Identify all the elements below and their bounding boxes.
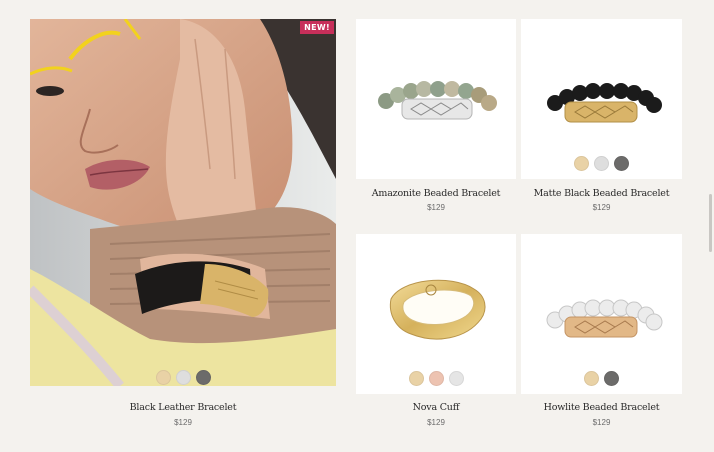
product-card-nova-cuff[interactable] [356,234,516,394]
featured-product-image[interactable] [30,19,336,386]
product-price-amazonite: $129 [427,203,445,212]
color-swatch-gunmetal[interactable] [604,371,619,386]
color-swatch-gold[interactable] [155,370,171,385]
howlite-swatch-list [521,371,682,386]
color-swatch-gold[interactable] [408,371,424,386]
product-card-matte-black[interactable] [521,19,682,179]
amazonite-bracelet-image [378,81,497,120]
product-price-nova-cuff: $129 [427,418,445,427]
howlite-bracelet-image [546,299,663,338]
page-scrollbar[interactable] [709,194,712,252]
color-swatch-gold[interactable] [584,371,599,386]
color-swatch-silver[interactable] [448,371,464,386]
nova-cuff-swatch-list [356,371,516,386]
featured-product-price: $129 [174,418,192,427]
featured-swatch-list [30,370,336,385]
color-swatch-silver[interactable] [594,156,609,171]
product-name-howlite[interactable]: Howlite Beaded Bracelet [521,402,682,413]
color-swatch-silver[interactable] [175,370,191,385]
new-badge: NEW! [300,21,334,34]
nova-cuff-image [389,279,486,340]
color-swatch-gunmetal[interactable] [614,156,629,171]
featured-product-card[interactable]: NEW! [30,19,336,386]
product-name-nova-cuff[interactable]: Nova Cuff [356,402,516,413]
color-swatch-gold[interactable] [574,156,589,171]
matte-black-swatch-list [521,156,682,171]
featured-product-name[interactable]: Black Leather Bracelet [30,402,336,413]
matte-black-bracelet-image [547,83,662,123]
product-price-howlite: $129 [592,418,611,427]
model-photo [30,19,336,386]
product-price-matte-black: $129 [592,203,611,212]
product-name-amazonite[interactable]: Amazonite Beaded Bracelet [356,188,516,199]
color-swatch-gunmetal[interactable] [195,370,211,385]
product-name-matte-black[interactable]: Matte Black Beaded Bracelet [521,188,682,199]
color-swatch-rose-gold[interactable] [428,371,444,386]
product-card-amazonite[interactable] [356,19,516,179]
product-card-howlite[interactable] [521,234,682,394]
